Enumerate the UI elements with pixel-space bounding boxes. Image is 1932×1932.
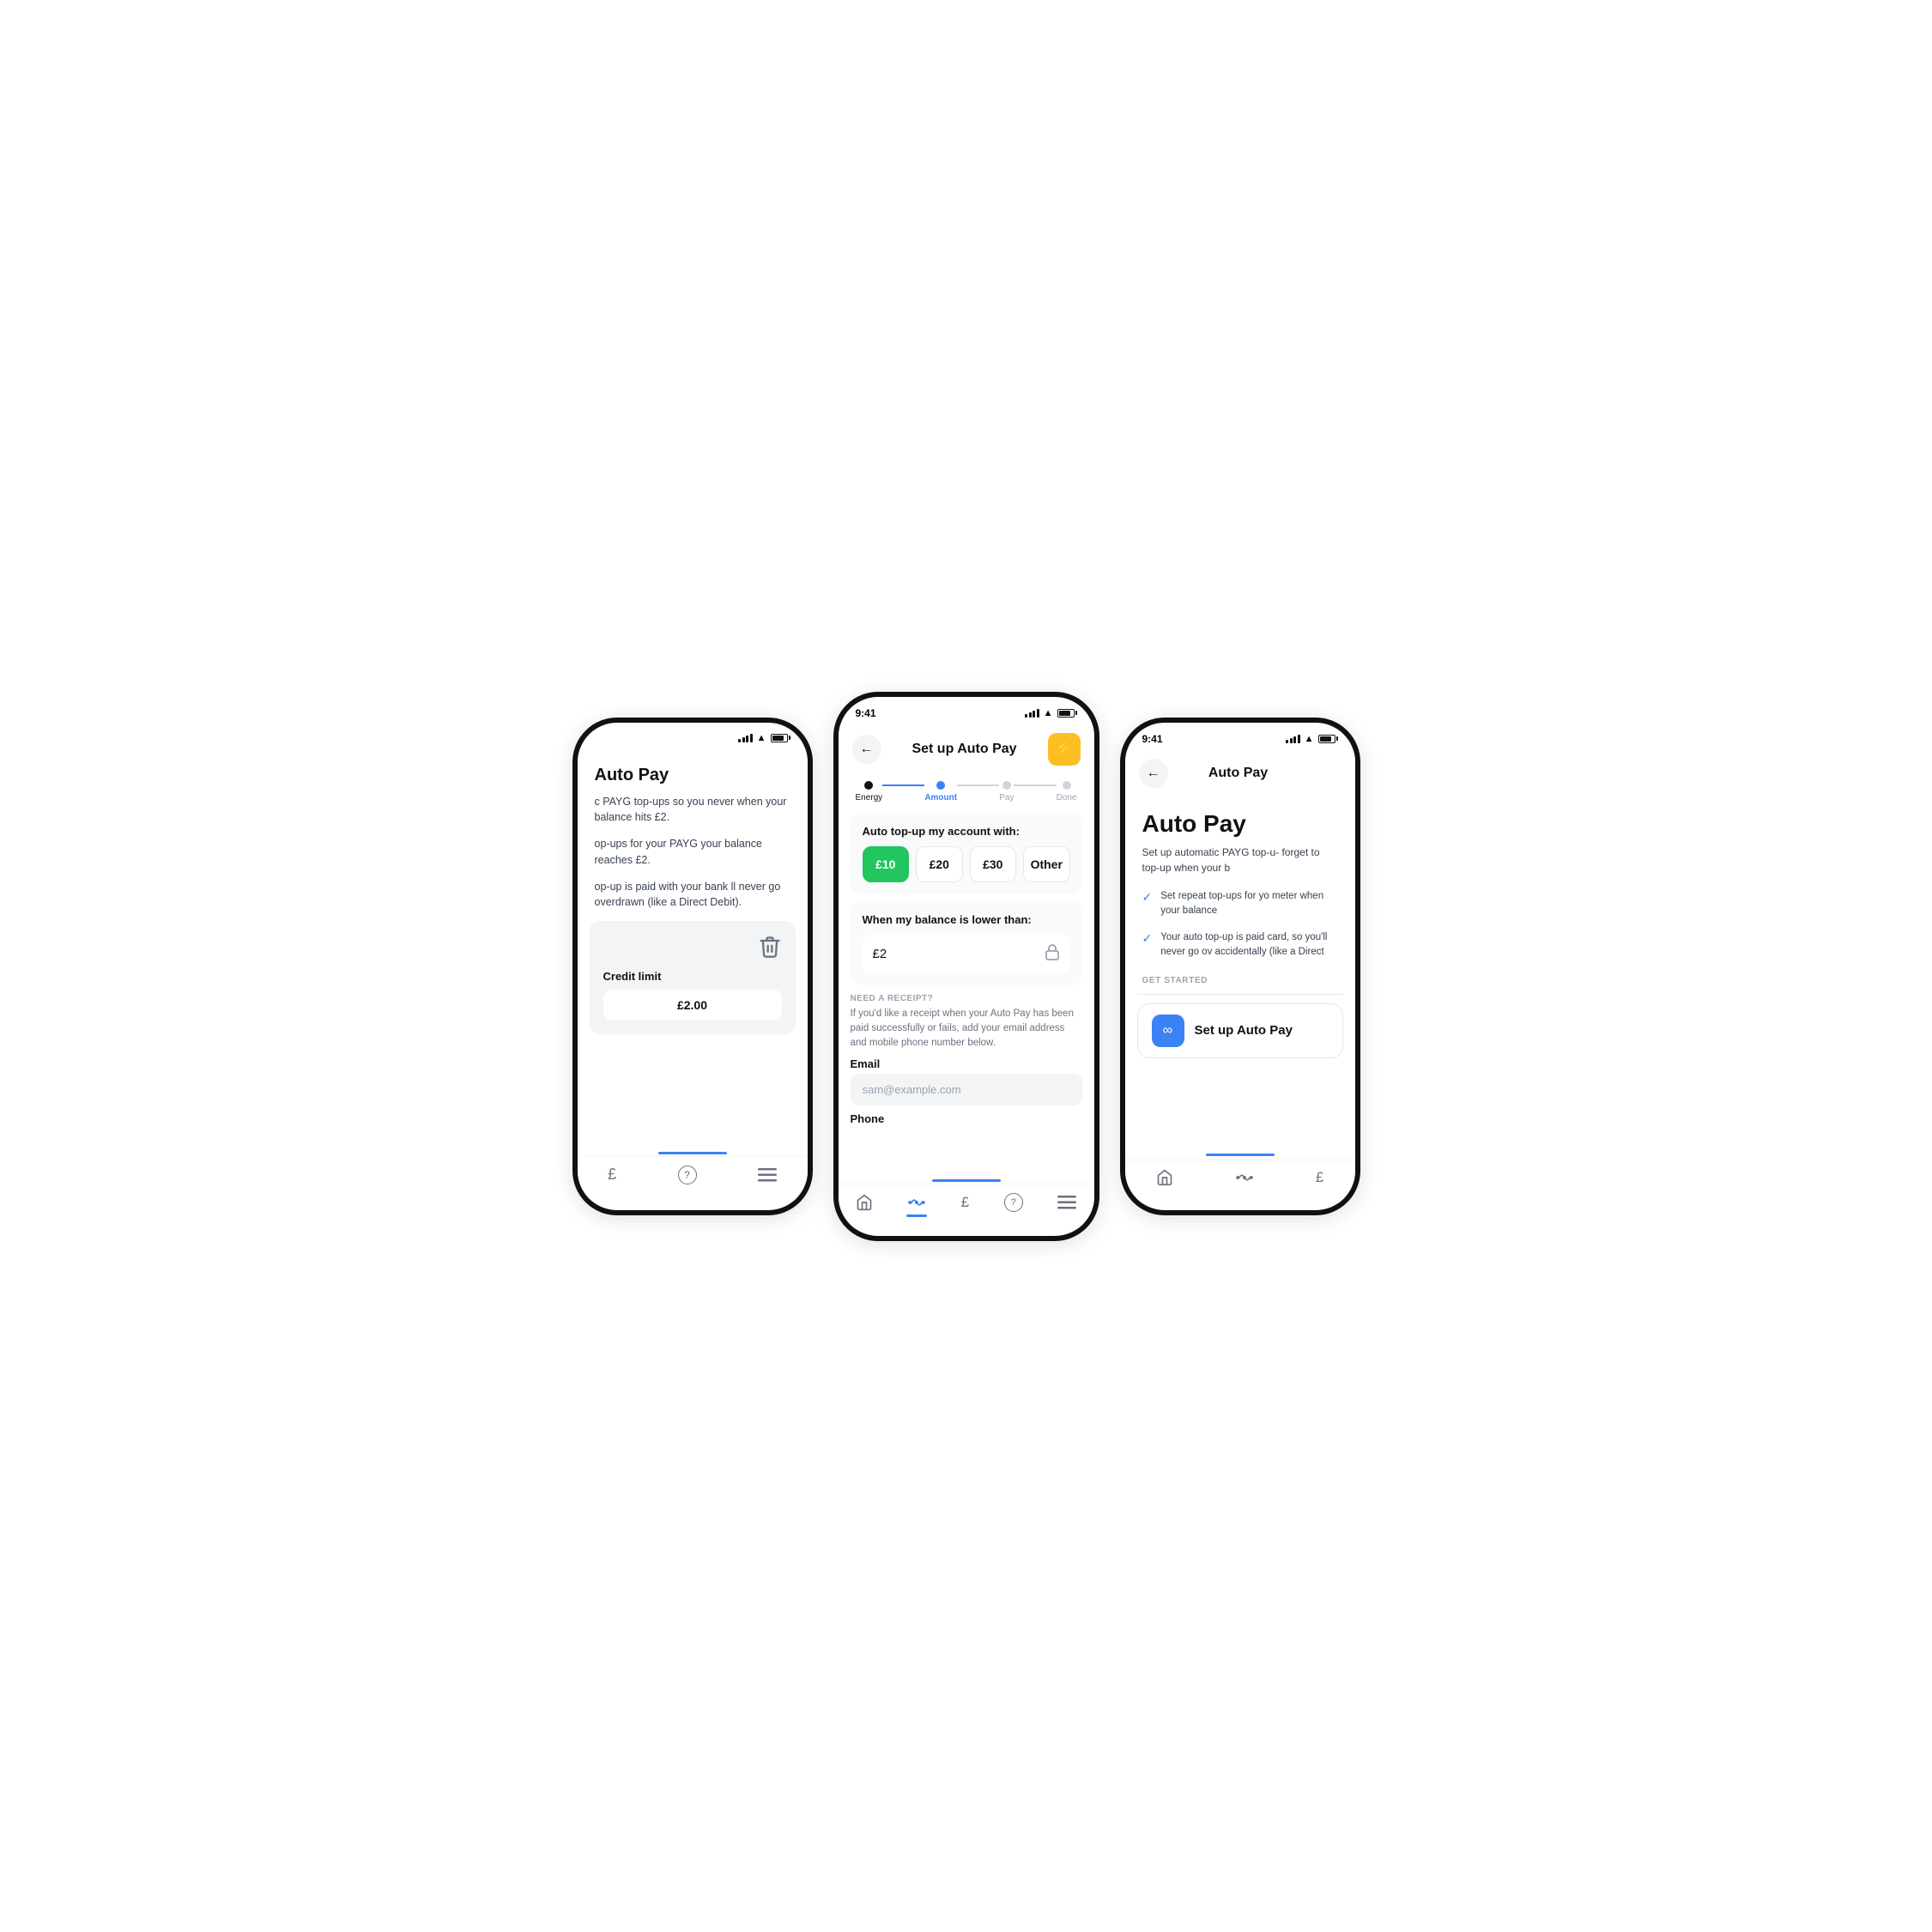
setup-autopay-button[interactable]: ∞ Set up Auto Pay xyxy=(1137,1003,1343,1058)
receipt-label: NEED A RECEIPT? xyxy=(851,994,1082,1003)
amount-btn-10[interactable]: £10 xyxy=(863,846,910,882)
left-para1: c PAYG top-ups so you never when your ba… xyxy=(595,794,790,827)
right-nav-title: Auto Pay xyxy=(1208,766,1268,781)
check-text-1: Set repeat top-ups for yo meter when you… xyxy=(1160,889,1337,919)
receipt-text: If you'd like a receipt when your Auto P… xyxy=(851,1007,1082,1051)
left-bottom-nav: £ ? xyxy=(578,1156,808,1202)
right-battery-icon xyxy=(1318,735,1338,743)
step-pay: Pay xyxy=(999,781,1014,802)
left-title: Auto Pay xyxy=(578,748,808,794)
right-wifi-icon: ▲ xyxy=(1305,734,1314,744)
amount-card: Auto top-up my account with: £10 £20 £30… xyxy=(851,813,1082,894)
left-status-bar: 9:41 ▲ xyxy=(578,723,808,748)
amount-buttons: £10 £20 £30 Other xyxy=(863,846,1070,882)
amount-btn-20[interactable]: £20 xyxy=(916,846,963,882)
amount-btn-30[interactable]: £30 xyxy=(970,846,1017,882)
signal-icon xyxy=(738,734,753,742)
email-input[interactable]: sam@example.com xyxy=(851,1074,1082,1105)
left-content: c PAYG top-ups so you never when your ba… xyxy=(578,794,808,911)
amount-card-title: Auto top-up my account with: xyxy=(863,825,1070,838)
center-nav-bar: ← Set up Auto Pay ⚡ xyxy=(839,724,1094,774)
right-hero-title: Auto Pay xyxy=(1125,796,1355,845)
right-signal-icon xyxy=(1286,735,1300,743)
amount-btn-other[interactable]: Other xyxy=(1023,846,1070,882)
setup-autopay-label: Set up Auto Pay xyxy=(1195,1023,1293,1038)
left-nav-help[interactable]: ? xyxy=(678,1166,697,1184)
center-blue-bar xyxy=(932,1179,1001,1182)
balance-row: £2 xyxy=(863,935,1070,973)
center-time: 9:41 xyxy=(856,707,876,719)
center-stepper: Energy Amount Pay Done xyxy=(839,774,1094,806)
wifi-icon: ▲ xyxy=(757,733,766,743)
right-nav-bar: ← Auto Pay xyxy=(1125,750,1355,796)
center-screen: ← Set up Auto Pay ⚡ Energy Amount xyxy=(839,724,1094,1229)
center-nav-money[interactable]: £ xyxy=(961,1194,969,1211)
lock-icon xyxy=(1045,943,1060,965)
check-text-2: Your auto top-up is paid card, so you'll… xyxy=(1160,930,1337,960)
center-bolt-button[interactable]: ⚡ xyxy=(1048,733,1081,766)
step-amount: Amount xyxy=(924,781,957,802)
get-started-label: GET STARTED xyxy=(1125,964,1355,990)
check-item-1: ✓ Set repeat top-ups for yo meter when y… xyxy=(1125,886,1355,923)
center-wifi-icon: ▲ xyxy=(1044,708,1053,718)
right-nav-money[interactable]: £ xyxy=(1316,1169,1323,1186)
right-status-bar: 9:41 ▲ xyxy=(1125,723,1355,750)
center-nav-usage[interactable] xyxy=(907,1196,926,1208)
center-phone: 9:41 ▲ ← Set up Auto Pay xyxy=(833,692,1099,1241)
center-status-bar: 9:41 ▲ xyxy=(839,697,1094,724)
right-time: 9:41 xyxy=(1142,733,1163,745)
center-battery-icon xyxy=(1057,709,1077,718)
right-nav-home[interactable] xyxy=(1156,1169,1173,1186)
email-label: Email xyxy=(851,1057,1082,1070)
right-bottom-nav: £ xyxy=(1125,1160,1355,1203)
credit-limit-card: Credit limit £2.00 xyxy=(590,921,796,1034)
credit-limit-value: £2.00 xyxy=(603,990,782,1021)
trash-icon[interactable] xyxy=(758,935,782,963)
left-screen: Auto Pay c PAYG top-ups so you never whe… xyxy=(578,748,808,1202)
center-back-button[interactable]: ← xyxy=(852,735,881,764)
left-para3: op-up is paid with your bank ll never go… xyxy=(595,879,790,911)
check-icon-2: ✓ xyxy=(1142,931,1153,960)
left-phone: 9:41 ▲ Auto Pay c PAYG top-up xyxy=(572,718,813,1215)
phone-label: Phone xyxy=(851,1112,1082,1125)
step-energy: Energy xyxy=(856,781,883,802)
right-back-button[interactable]: ← xyxy=(1139,759,1168,788)
balance-card: When my balance is lower than: £2 xyxy=(851,901,1082,985)
right-phone: 9:41 ▲ ← Auto Pay xyxy=(1120,718,1360,1215)
right-blue-bar xyxy=(1206,1154,1275,1156)
left-para2: op-ups for your PAYG your balance reache… xyxy=(595,836,790,869)
center-nav-title: Set up Auto Pay xyxy=(911,742,1016,757)
check-icon-1: ✓ xyxy=(1142,890,1153,919)
center-nav-home[interactable] xyxy=(856,1194,873,1211)
balance-card-title: When my balance is lower than: xyxy=(863,913,1070,926)
left-blue-bar xyxy=(658,1152,727,1154)
center-bottom-nav: £ ? xyxy=(839,1184,1094,1229)
left-nav-money[interactable]: £ xyxy=(608,1166,616,1184)
center-signal-icon xyxy=(1025,709,1039,718)
right-status-icons: ▲ xyxy=(1286,734,1337,744)
step-done: Done xyxy=(1057,781,1077,802)
credit-limit-label: Credit limit xyxy=(603,970,662,983)
battery-icon xyxy=(771,734,790,742)
right-hero-text: Set up automatic PAYG top-u- forget to t… xyxy=(1125,845,1355,886)
center-nav-menu[interactable] xyxy=(1057,1196,1076,1209)
check-item-2: ✓ Your auto top-up is paid card, so you'… xyxy=(1125,927,1355,964)
left-nav-menu[interactable] xyxy=(758,1168,777,1182)
bolt-icon: ⚡ xyxy=(1054,740,1073,758)
phones-container: 9:41 ▲ Auto Pay c PAYG top-up xyxy=(494,692,1438,1241)
right-screen: ← Auto Pay Auto Pay Set up automatic PAY… xyxy=(1125,750,1355,1203)
left-status-icons: ▲ xyxy=(738,733,790,743)
center-nav-help[interactable]: ? xyxy=(1004,1193,1023,1212)
setup-autopay-icon: ∞ xyxy=(1152,1014,1184,1047)
center-status-icons: ▲ xyxy=(1025,708,1076,718)
balance-value: £2 xyxy=(873,947,887,961)
right-nav-usage[interactable] xyxy=(1235,1172,1254,1184)
